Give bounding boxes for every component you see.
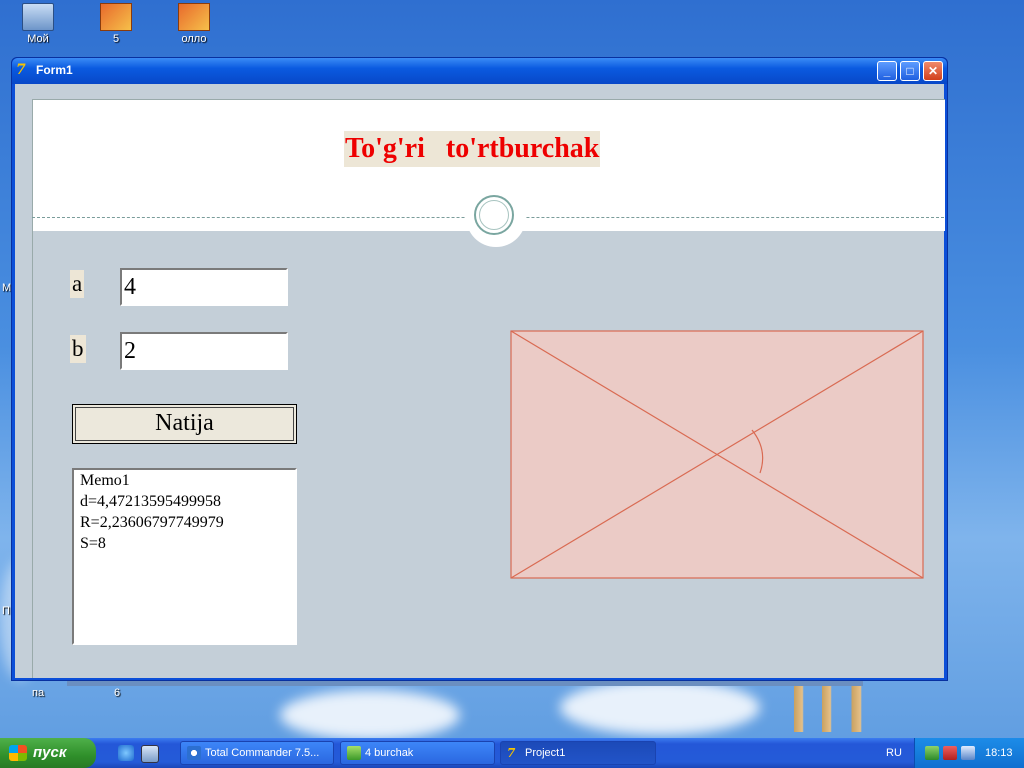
- desktop-icon-ollo[interactable]: олло: [164, 3, 224, 45]
- start-button[interactable]: пуск: [0, 738, 96, 768]
- taskbar: пуск Total Commander 7.5... 4 burchak 7 …: [0, 738, 1024, 768]
- app-shortcut-icon: [178, 3, 210, 31]
- cloud: [280, 690, 460, 740]
- task-label: 4 burchak: [365, 747, 414, 759]
- maximize-button[interactable]: □: [900, 61, 920, 81]
- minimize-button[interactable]: _: [877, 61, 897, 81]
- ie-icon[interactable]: [118, 745, 134, 761]
- close-icon: ✕: [927, 64, 939, 78]
- my-computer-icon: [22, 3, 54, 31]
- volume-icon[interactable]: [961, 746, 975, 760]
- language-indicator[interactable]: RU: [886, 738, 902, 768]
- desktop-icon-label: олло: [181, 33, 207, 45]
- taskbar-button-4-burchak[interactable]: 4 burchak: [340, 741, 495, 765]
- cloud: [560, 680, 760, 735]
- desktop-icon-label-partial[interactable]: П: [2, 605, 10, 617]
- memo-line: Memo1: [80, 472, 130, 489]
- folder-icon: [347, 746, 361, 760]
- desktop-icon-label: 5: [112, 33, 120, 45]
- memo-line: d=4,47213595499958: [80, 493, 222, 510]
- network-icon[interactable]: [925, 746, 939, 760]
- windows-logo-icon: [9, 745, 27, 761]
- memo-line: S=8: [80, 535, 106, 552]
- window-title: Form1: [36, 63, 73, 77]
- close-button[interactable]: ✕: [923, 61, 943, 81]
- desktop-icon-label-partial[interactable]: М: [2, 282, 11, 294]
- input-a[interactable]: [120, 268, 288, 306]
- start-label: пуск: [33, 744, 67, 761]
- delphi-form-icon: 7: [16, 62, 26, 78]
- clock[interactable]: 18:13: [985, 738, 1013, 768]
- desktop-icon-label-partial[interactable]: па: [32, 687, 44, 699]
- title-bar[interactable]: 7 Form1 _ □ ✕: [12, 58, 947, 84]
- task-label: Project1: [525, 747, 566, 759]
- desktop-icon-label: Мой: [27, 33, 49, 45]
- desktop-icon-label-partial[interactable]: 6: [114, 687, 120, 699]
- taskbar-button-project1[interactable]: 7 Project1: [500, 741, 656, 765]
- input-b[interactable]: [120, 332, 288, 370]
- divider-ornament-ring: [479, 200, 509, 230]
- desktop-icon-my-computer[interactable]: Мой: [8, 3, 68, 45]
- desktop-icon-5[interactable]: 5: [86, 3, 146, 45]
- delphi-app-icon: 7: [507, 746, 516, 760]
- show-desktop-icon[interactable]: [141, 745, 159, 763]
- task-label: Total Commander 7.5...: [205, 747, 320, 759]
- safely-remove-icon[interactable]: [943, 746, 957, 760]
- maximize-icon: □: [906, 64, 914, 78]
- background-window-edge: [67, 681, 863, 686]
- taskbar-button-total-commander[interactable]: Total Commander 7.5...: [180, 741, 334, 765]
- form-client-area: To'g'ri to'rtburchak a b Natija Memo1 d=…: [15, 84, 945, 678]
- form1-window: 7 Form1 _ □ ✕ To'g'ri to'rtburchak a b N…: [11, 57, 948, 681]
- label-a: a: [70, 270, 85, 298]
- minimize-icon: _: [883, 64, 891, 78]
- wallpaper-detail: [794, 686, 864, 732]
- total-commander-icon: [187, 746, 201, 760]
- app-shortcut-icon: [100, 3, 132, 31]
- page-title: To'g'ri to'rtburchak: [344, 131, 601, 167]
- panel-border: [32, 230, 33, 678]
- memo-line: R=2,23606797749979: [80, 514, 224, 531]
- natija-button[interactable]: Natija: [72, 404, 297, 444]
- label-b: b: [70, 335, 86, 363]
- system-tray: 18:13: [914, 738, 1024, 768]
- result-memo[interactable]: Memo1 d=4,47213595499958 R=2,23606797749…: [72, 468, 297, 645]
- rectangle-drawing: [510, 330, 924, 579]
